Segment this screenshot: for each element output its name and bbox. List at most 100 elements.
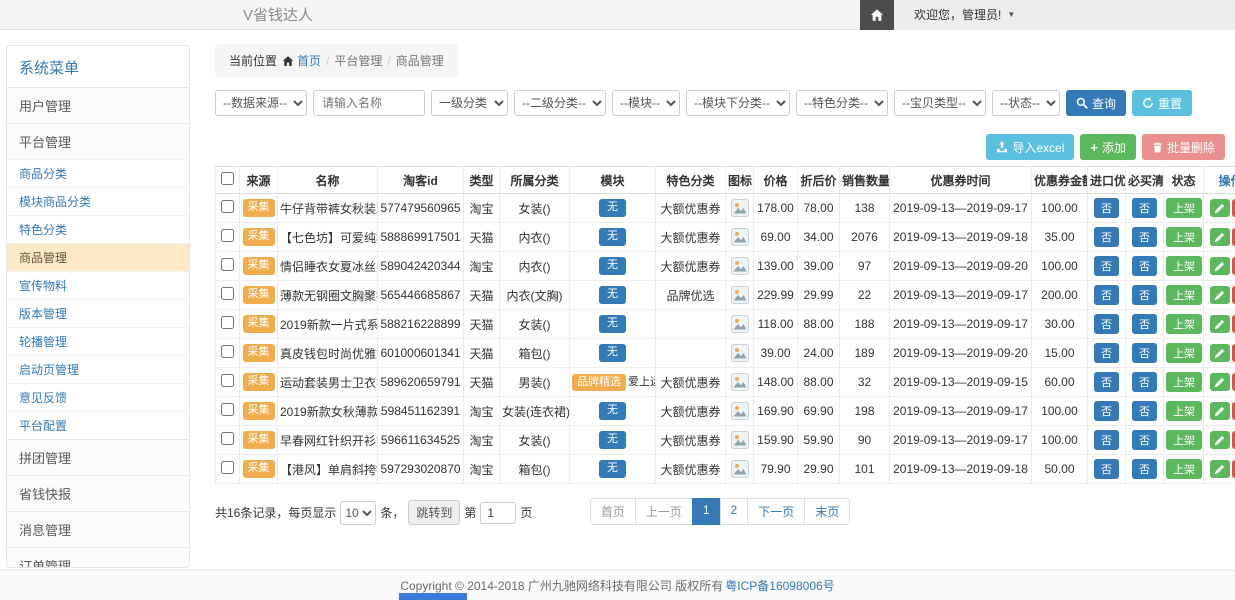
- edit-button[interactable]: [1210, 431, 1230, 449]
- select-all-checkbox[interactable]: [221, 172, 234, 185]
- delete-button[interactable]: [1232, 402, 1235, 420]
- status-toggle[interactable]: 上架: [1166, 401, 1202, 421]
- delete-button[interactable]: [1232, 257, 1235, 275]
- must-buy-toggle[interactable]: 否: [1132, 430, 1157, 450]
- delete-button[interactable]: [1232, 199, 1235, 217]
- level2-category-select[interactable]: --二级分类--: [514, 90, 606, 116]
- row-checkbox[interactable]: [221, 200, 234, 213]
- sidebar-item-splash-page-management[interactable]: 启动页管理: [7, 355, 189, 383]
- import-select-toggle[interactable]: 否: [1094, 343, 1119, 363]
- row-checkbox[interactable]: [221, 229, 234, 242]
- sidebar-item-featured-category[interactable]: 特色分类: [7, 215, 189, 243]
- must-buy-toggle[interactable]: 否: [1132, 285, 1157, 305]
- row-checkbox[interactable]: [221, 403, 234, 416]
- breadcrumb-item-platform[interactable]: 平台管理: [334, 52, 382, 69]
- user-menu[interactable]: 欢迎您，管理员! ▼: [894, 0, 1235, 30]
- home-button[interactable]: [860, 0, 894, 30]
- sidebar-item-promo-material[interactable]: 宣传物料: [7, 271, 189, 299]
- must-buy-toggle[interactable]: 否: [1132, 343, 1157, 363]
- page-button-last[interactable]: 末页: [804, 498, 850, 525]
- row-checkbox[interactable]: [221, 345, 234, 358]
- edit-button[interactable]: [1210, 199, 1230, 217]
- page-button-next[interactable]: 下一页: [747, 498, 805, 525]
- item-type-select[interactable]: --宝贝类型--: [894, 90, 986, 116]
- search-button[interactable]: 查询: [1066, 90, 1126, 116]
- delete-button[interactable]: [1232, 228, 1235, 246]
- edit-button[interactable]: [1210, 402, 1230, 420]
- delete-button[interactable]: [1232, 373, 1235, 391]
- sidebar-item-feedback[interactable]: 意见反馈: [7, 383, 189, 411]
- must-buy-toggle[interactable]: 否: [1132, 401, 1157, 421]
- delete-button[interactable]: [1232, 460, 1235, 478]
- sidebar-item-groupbuy-management[interactable]: 拼团管理: [7, 439, 189, 475]
- add-button[interactable]: + 添加: [1080, 134, 1136, 160]
- delete-button[interactable]: [1232, 431, 1235, 449]
- row-checkbox[interactable]: [221, 258, 234, 271]
- sidebar-item-platform-management[interactable]: 平台管理: [7, 123, 189, 159]
- module-sub-category-select[interactable]: --模块下分类--: [686, 90, 790, 116]
- jump-button[interactable]: 跳转到: [408, 500, 460, 525]
- import-select-toggle[interactable]: 否: [1094, 401, 1119, 421]
- delete-button[interactable]: [1232, 315, 1235, 333]
- status-toggle[interactable]: 上架: [1166, 256, 1202, 276]
- sidebar-item-product-management[interactable]: 商品管理: [7, 243, 189, 271]
- edit-button[interactable]: [1210, 344, 1230, 362]
- name-input[interactable]: [313, 90, 425, 116]
- sidebar-item-carousel-management[interactable]: 轮播管理: [7, 327, 189, 355]
- row-checkbox[interactable]: [221, 287, 234, 300]
- import-select-toggle[interactable]: 否: [1094, 459, 1119, 479]
- sidebar-item-platform-config[interactable]: 平台配置: [7, 411, 189, 439]
- edit-button[interactable]: [1210, 373, 1230, 391]
- import-select-toggle[interactable]: 否: [1094, 372, 1119, 392]
- sidebar-item-order-management[interactable]: 订单管理: [7, 547, 189, 568]
- edit-button[interactable]: [1210, 286, 1230, 304]
- breadcrumb-home-link[interactable]: 首页: [282, 52, 321, 69]
- import-select-toggle[interactable]: 否: [1094, 227, 1119, 247]
- delete-button[interactable]: [1232, 286, 1235, 304]
- must-buy-toggle[interactable]: 否: [1132, 227, 1157, 247]
- import-excel-button[interactable]: 导入excel: [986, 134, 1074, 160]
- page-size-select[interactable]: 10: [340, 501, 376, 525]
- row-checkbox[interactable]: [221, 374, 234, 387]
- status-toggle[interactable]: 上架: [1166, 459, 1202, 479]
- edit-button[interactable]: [1210, 257, 1230, 275]
- status-toggle[interactable]: 上架: [1166, 198, 1202, 218]
- status-toggle[interactable]: 上架: [1166, 430, 1202, 450]
- must-buy-toggle[interactable]: 否: [1132, 198, 1157, 218]
- jump-page-input[interactable]: [480, 502, 516, 524]
- icp-link[interactable]: 粤ICP备16098006号: [725, 577, 834, 594]
- sidebar-item-version-management[interactable]: 版本管理: [7, 299, 189, 327]
- must-buy-toggle[interactable]: 否: [1132, 372, 1157, 392]
- delete-button[interactable]: [1232, 344, 1235, 362]
- import-select-toggle[interactable]: 否: [1094, 314, 1119, 334]
- import-select-toggle[interactable]: 否: [1094, 256, 1119, 276]
- import-select-toggle[interactable]: 否: [1094, 198, 1119, 218]
- sidebar-item-module-product-category[interactable]: 模块商品分类: [7, 187, 189, 215]
- must-buy-toggle[interactable]: 否: [1132, 256, 1157, 276]
- edit-button[interactable]: [1210, 315, 1230, 333]
- status-toggle[interactable]: 上架: [1166, 314, 1202, 334]
- import-select-toggle[interactable]: 否: [1094, 285, 1119, 305]
- status-toggle[interactable]: 上架: [1166, 343, 1202, 363]
- sidebar-item-user-management[interactable]: 用户管理: [7, 87, 189, 123]
- must-buy-toggle[interactable]: 否: [1132, 314, 1157, 334]
- page-button-1[interactable]: 1: [692, 498, 721, 525]
- row-checkbox[interactable]: [221, 316, 234, 329]
- row-checkbox[interactable]: [221, 432, 234, 445]
- row-checkbox[interactable]: [221, 461, 234, 474]
- status-toggle[interactable]: 上架: [1166, 372, 1202, 392]
- import-select-toggle[interactable]: 否: [1094, 430, 1119, 450]
- must-buy-toggle[interactable]: 否: [1132, 459, 1157, 479]
- edit-button[interactable]: [1210, 460, 1230, 478]
- edit-button[interactable]: [1210, 228, 1230, 246]
- data-source-select[interactable]: --数据来源--: [215, 90, 307, 116]
- sidebar-item-product-category[interactable]: 商品分类: [7, 159, 189, 187]
- featured-category-select[interactable]: --特色分类--: [796, 90, 888, 116]
- batch-delete-button[interactable]: 批量删除: [1142, 134, 1225, 160]
- module-select[interactable]: --模块--: [612, 90, 680, 116]
- status-select[interactable]: --状态--: [992, 90, 1060, 116]
- level1-category-select[interactable]: 一级分类: [431, 90, 508, 116]
- status-toggle[interactable]: 上架: [1166, 227, 1202, 247]
- page-button-2[interactable]: 2: [720, 498, 749, 525]
- sidebar-item-saving-news[interactable]: 省钱快报: [7, 475, 189, 511]
